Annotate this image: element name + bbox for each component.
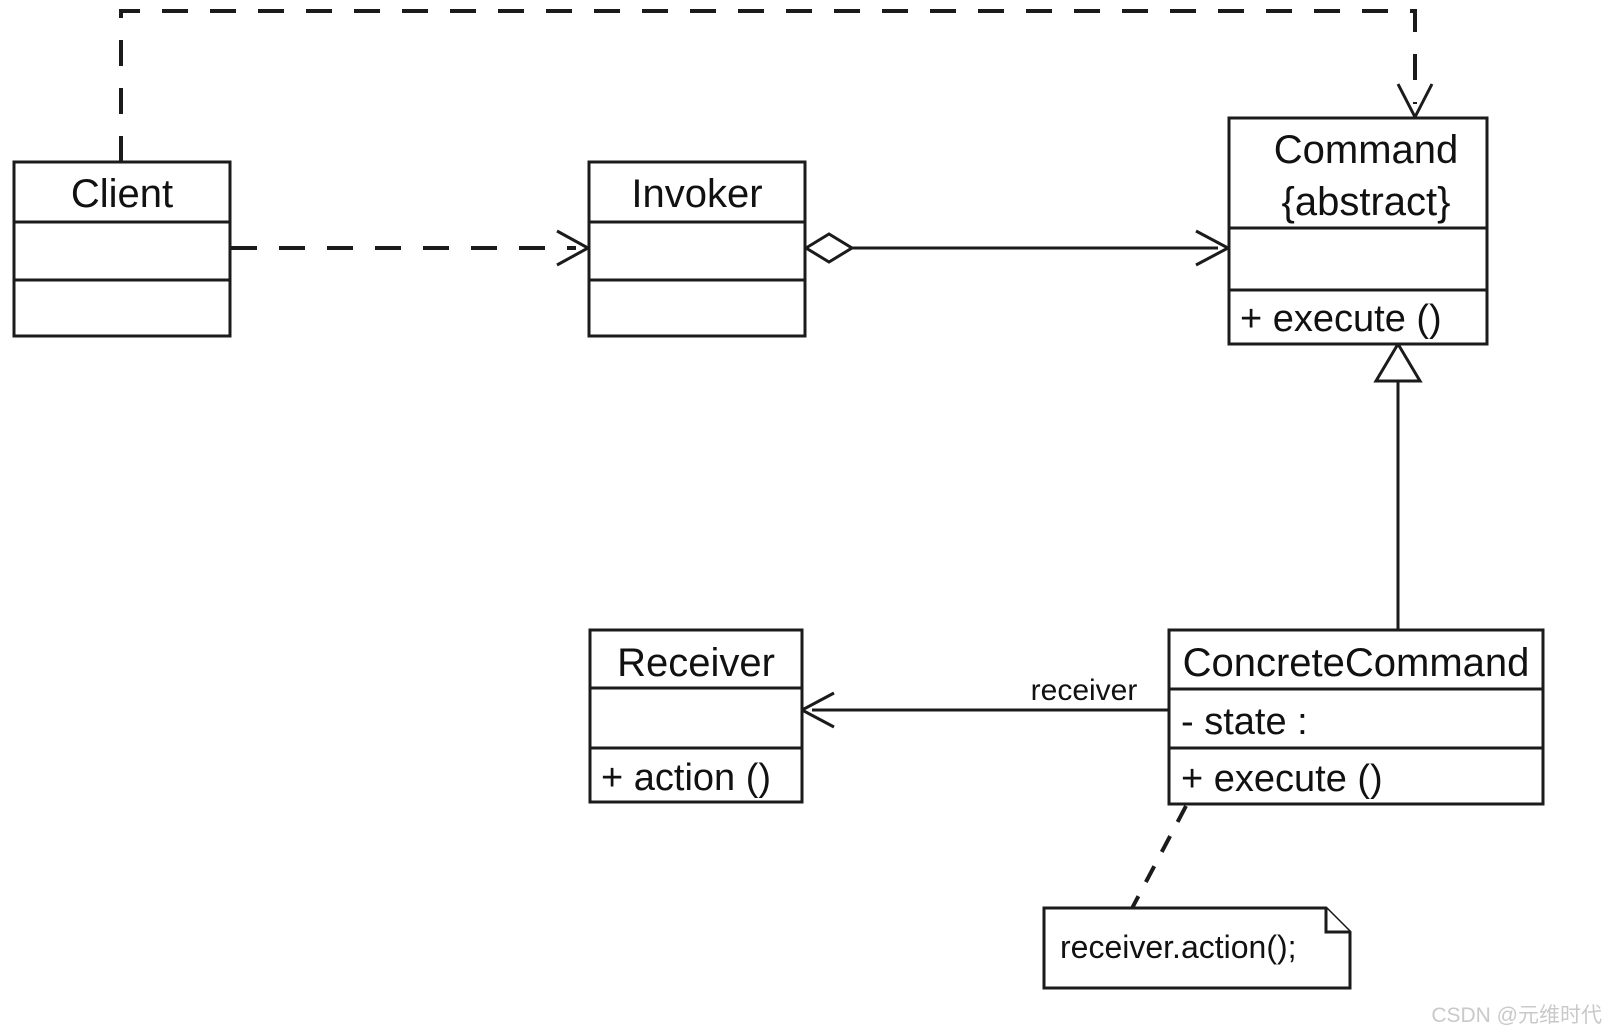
generalization-triangle-icon (1373, 341, 1423, 383)
edge-note-anchor-line (1127, 805, 1188, 915)
edge-invoker-to-command (803, 229, 1232, 267)
class-name-invoker: Invoker (631, 172, 762, 216)
class-stereotype-command: {abstract} (1281, 180, 1450, 224)
edge-label-receiver: receiver (1031, 674, 1138, 707)
class-name-concrete-command: ConcreteCommand (1183, 641, 1530, 685)
class-name-command: Command (1274, 128, 1459, 172)
class-box-command[interactable]: Command {abstract} + execute () (1227, 116, 1489, 346)
class-box-client[interactable]: Client (12, 160, 232, 338)
note-folded-corner-icon (1324, 908, 1350, 934)
class-box-receiver[interactable]: Receiver + action () (588, 628, 804, 804)
class-name-client: Client (71, 172, 173, 216)
watermark-label: CSDN @元维时代 (1431, 1004, 1602, 1027)
aggregation-diamond-icon (803, 232, 855, 264)
note-receiver-action[interactable]: receiver.action(); (1042, 906, 1352, 990)
edge-client-to-invoker (231, 229, 592, 267)
class-operations-command: + execute () (1240, 298, 1442, 340)
uml-diagram-svg: receiver Client Invoker Command {abstrac… (12, 9, 1545, 990)
edge-client-to-command-arrowhead (1396, 83, 1434, 121)
edge-concrete-to-receiver: receiver (798, 674, 1168, 729)
edge-concrete-to-command (1373, 341, 1423, 634)
note-text: receiver.action(); (1060, 929, 1297, 965)
edge-note-anchor (1127, 805, 1188, 915)
class-box-concrete-command[interactable]: ConcreteCommand - state : + execute () (1167, 628, 1545, 806)
class-box-invoker[interactable]: Invoker (587, 160, 807, 338)
class-name-receiver: Receiver (617, 641, 775, 685)
edge-client-to-command-line (119, 9, 1417, 162)
class-attributes-concrete-command: - state : (1181, 701, 1308, 743)
class-operations-receiver: + action () (601, 757, 771, 799)
uml-diagram-canvas: receiver Client Invoker Command {abstrac… (0, 0, 1616, 1035)
class-operations-concrete-command: + execute () (1181, 758, 1383, 800)
